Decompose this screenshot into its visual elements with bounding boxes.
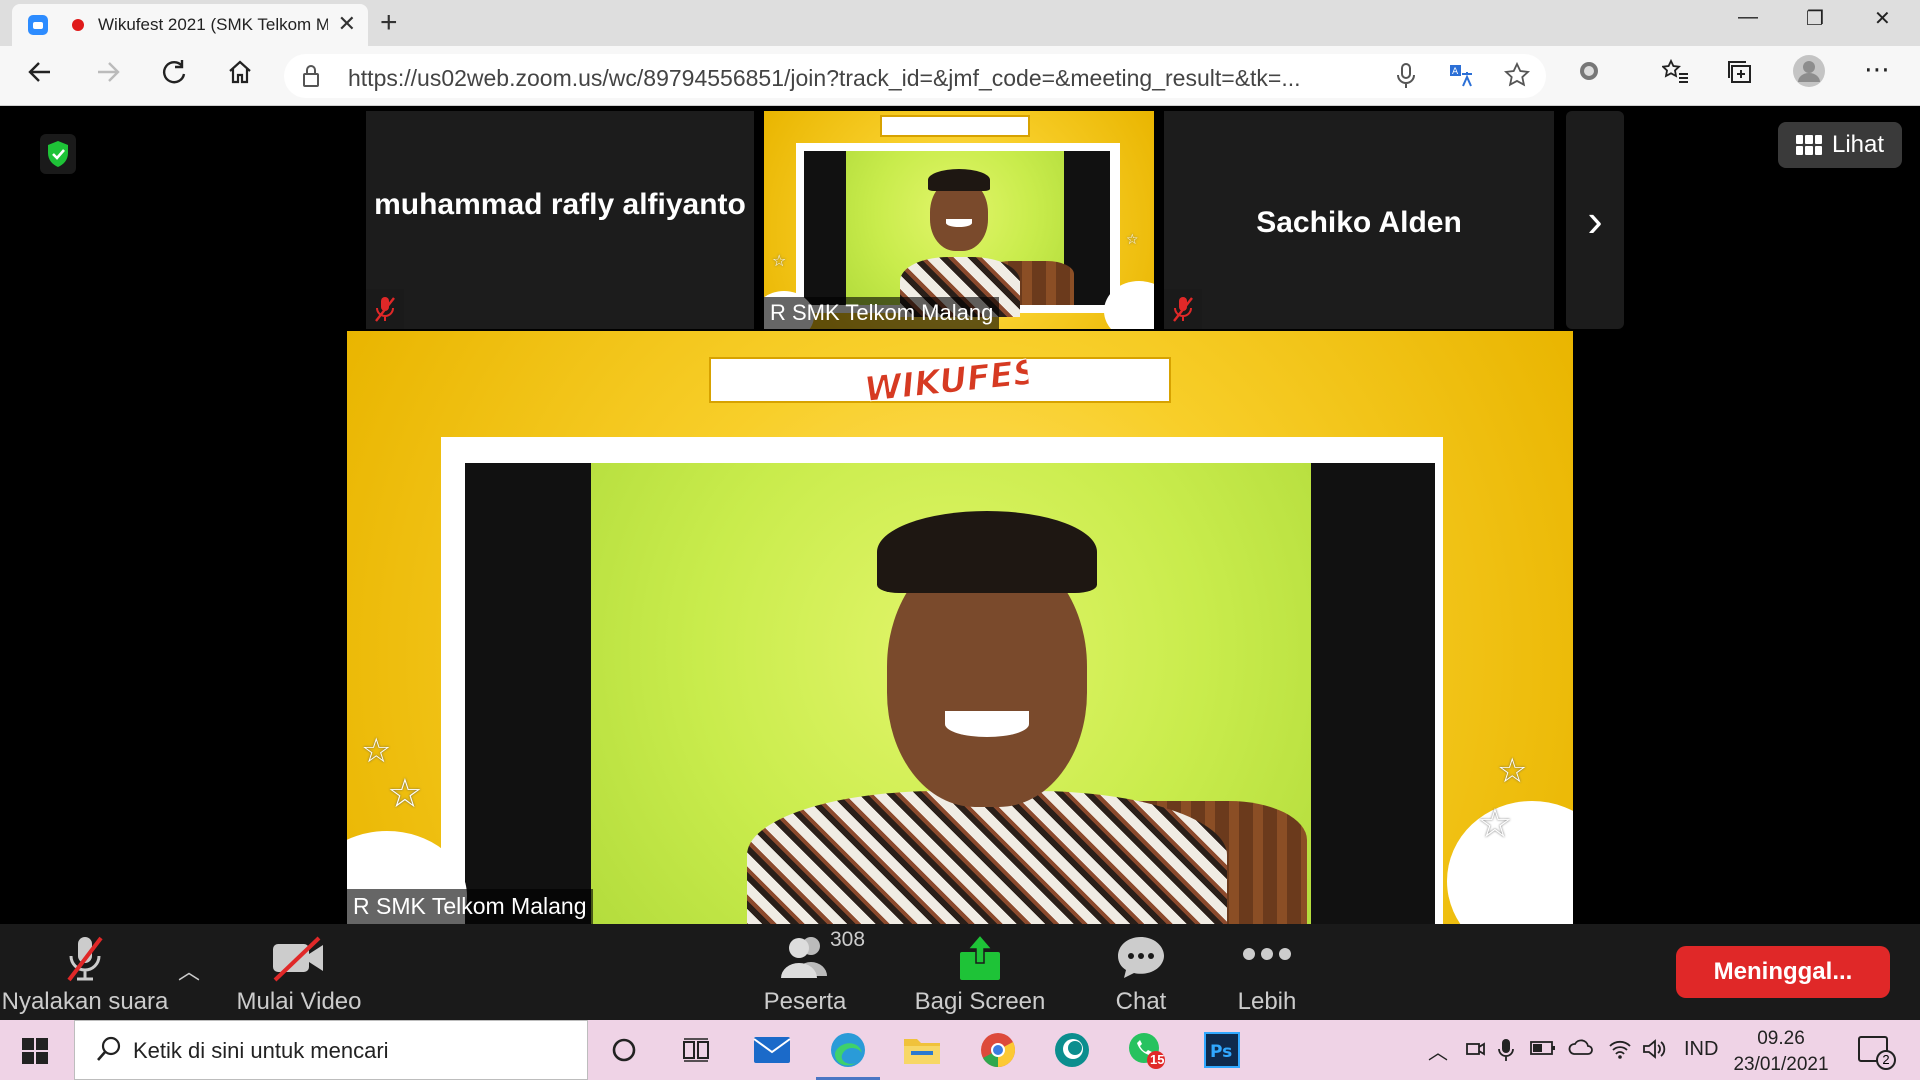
unmute-button[interactable]: Nyalakan suara bbox=[0, 924, 170, 1020]
chrome-browser-icon[interactable] bbox=[976, 1028, 1020, 1072]
window-minimize-button[interactable]: — bbox=[1738, 6, 1758, 29]
start-video-button[interactable]: Mulai Video bbox=[226, 924, 372, 1020]
meeting-area: Lihat muhammad rafly alfiyanto ☆ ☆ R SMK… bbox=[0, 106, 1920, 924]
chat-bubble-icon bbox=[1115, 934, 1167, 985]
active-speaker-video[interactable]: WIKUFEST ☆ ☆ ☆ ☆ R SMK Telkom Malang bbox=[347, 331, 1573, 924]
more-button[interactable]: Lebih bbox=[1226, 924, 1308, 1020]
security-shield-icon[interactable] bbox=[40, 134, 76, 174]
zoom-favicon-icon bbox=[28, 15, 48, 35]
clock-time: 09.26 bbox=[1757, 1028, 1805, 1049]
edge-legacy-icon[interactable] bbox=[1050, 1028, 1094, 1072]
home-icon[interactable] bbox=[226, 58, 254, 93]
refresh-icon[interactable] bbox=[160, 58, 188, 93]
more-label: Lebih bbox=[1237, 988, 1297, 1015]
task-view-icon[interactable] bbox=[674, 1028, 718, 1072]
participant-video-label: R SMK Telkom Malang bbox=[764, 297, 1000, 329]
whatsapp-icon[interactable]: 15 bbox=[1124, 1028, 1168, 1072]
tab-close-button[interactable]: ✕ bbox=[338, 13, 356, 35]
start-video-label: Mulai Video bbox=[236, 988, 362, 1015]
translate-icon[interactable]: A bbox=[1448, 62, 1474, 95]
photoshop-icon[interactable]: Ps bbox=[1200, 1028, 1244, 1072]
more-dots-icon bbox=[1241, 944, 1293, 969]
video-off-icon bbox=[269, 936, 329, 987]
view-mode-button[interactable]: Lihat bbox=[1778, 122, 1902, 168]
svg-text:Ps: Ps bbox=[1210, 1042, 1232, 1062]
wifi-icon[interactable] bbox=[1608, 1038, 1632, 1066]
new-tab-button[interactable]: + bbox=[380, 6, 398, 40]
favorites-list-icon[interactable] bbox=[1661, 58, 1690, 93]
muted-microphone-icon bbox=[63, 934, 107, 989]
cortana-circle-icon[interactable] bbox=[602, 1028, 646, 1072]
window-close-button[interactable]: ✕ bbox=[1874, 6, 1891, 31]
participants-count: 308 bbox=[830, 928, 866, 951]
participant-tile[interactable]: Sachiko Alden bbox=[1164, 111, 1554, 329]
microphone-in-use-icon[interactable] bbox=[1498, 1038, 1514, 1068]
lock-icon[interactable] bbox=[302, 64, 319, 87]
view-mode-label: Lihat bbox=[1832, 131, 1885, 158]
browser-tab-bar: Wikufest 2021 (SMK Telkom Malang) ✕ + — … bbox=[0, 0, 1920, 46]
clock-date: 23/01/2021 bbox=[1733, 1054, 1829, 1075]
participants-label: Peserta bbox=[763, 988, 847, 1015]
windows-taskbar: Ketik di sini untuk mencari 15 Ps ︿ IND … bbox=[0, 1020, 1920, 1080]
battery-icon[interactable] bbox=[1530, 1038, 1556, 1064]
audio-options-chevron-up-icon[interactable]: ︿ bbox=[178, 954, 200, 986]
show-hidden-icons-chevron-icon[interactable]: ︿ bbox=[1428, 1036, 1448, 1065]
unmute-label: Nyalakan suara bbox=[1, 988, 169, 1015]
back-arrow-icon[interactable] bbox=[26, 58, 54, 93]
volume-speaker-icon[interactable] bbox=[1642, 1038, 1666, 1066]
extension-circle-icon[interactable] bbox=[1576, 58, 1602, 91]
participants-people-icon bbox=[777, 934, 833, 983]
forward-arrow-icon[interactable] bbox=[94, 58, 122, 93]
share-screen-label: Bagi Screen bbox=[914, 988, 1046, 1015]
settings-more-icon[interactable]: ⋯ bbox=[1864, 54, 1891, 85]
taskbar-search-box[interactable]: Ketik di sini untuk mencari bbox=[74, 1020, 588, 1080]
share-screen-arrow-icon bbox=[955, 932, 1005, 987]
gallery-grid-icon bbox=[1796, 135, 1822, 155]
input-language[interactable]: IND bbox=[1684, 1038, 1718, 1061]
taskbar-clock[interactable]: 09.26 23/01/2021 bbox=[1726, 1026, 1836, 1078]
address-url[interactable]: https://us02web.zoom.us/wc/89794556851/j… bbox=[348, 65, 1301, 92]
share-screen-button[interactable]: Bagi Screen bbox=[906, 924, 1054, 1020]
favorite-star-icon[interactable] bbox=[1503, 61, 1531, 95]
recording-dot-icon bbox=[72, 19, 84, 31]
window-restore-button[interactable]: ❐ bbox=[1806, 6, 1824, 31]
notification-center-icon[interactable]: 2 bbox=[1858, 1036, 1896, 1070]
address-bar[interactable]: https://us02web.zoom.us/wc/89794556851/j… bbox=[284, 54, 1546, 98]
mail-app-icon[interactable] bbox=[750, 1028, 794, 1072]
participant-tile-video[interactable]: ☆ ☆ R SMK Telkom Malang bbox=[764, 111, 1154, 329]
meeting-toolbar: Nyalakan suara ︿ Mulai Video Peserta 308… bbox=[0, 924, 1920, 1020]
leave-meeting-button[interactable]: Meninggal... bbox=[1676, 946, 1890, 998]
participant-tile[interactable]: muhammad rafly alfiyanto bbox=[366, 111, 754, 329]
tab-title: Wikufest 2021 (SMK Telkom Malang) bbox=[98, 15, 328, 34]
muted-mic-icon bbox=[366, 289, 404, 329]
whatsapp-unread-badge: 15 bbox=[1150, 1052, 1165, 1067]
taskbar-search-placeholder: Ketik di sini untuk mencari bbox=[133, 1038, 389, 1063]
active-speaker-label: R SMK Telkom Malang bbox=[347, 889, 593, 924]
browser-nav-bar: https://us02web.zoom.us/wc/89794556851/j… bbox=[0, 46, 1920, 106]
participant-name: muhammad rafly alfiyanto bbox=[374, 188, 746, 221]
svg-text:A: A bbox=[1452, 67, 1459, 77]
onedrive-cloud-icon[interactable] bbox=[1568, 1038, 1594, 1064]
notification-count-badge: 2 bbox=[1876, 1050, 1896, 1070]
browser-tab-active[interactable]: Wikufest 2021 (SMK Telkom Malang) ✕ bbox=[12, 4, 368, 46]
file-explorer-icon[interactable] bbox=[900, 1028, 944, 1072]
chat-button[interactable]: Chat bbox=[1100, 924, 1182, 1020]
edge-browser-icon[interactable] bbox=[816, 1028, 880, 1080]
chat-label: Chat bbox=[1115, 988, 1167, 1015]
muted-mic-icon bbox=[1164, 289, 1202, 329]
microphone-icon[interactable] bbox=[1396, 62, 1416, 97]
collections-icon[interactable] bbox=[1726, 58, 1754, 93]
profile-avatar-icon[interactable] bbox=[1792, 54, 1826, 95]
next-page-chevron-icon[interactable]: › bbox=[1566, 111, 1624, 329]
meet-now-icon[interactable] bbox=[1464, 1038, 1486, 1066]
windows-start-icon[interactable] bbox=[22, 1038, 48, 1064]
search-icon bbox=[95, 1035, 123, 1070]
participant-name: Sachiko Alden bbox=[1256, 206, 1462, 239]
